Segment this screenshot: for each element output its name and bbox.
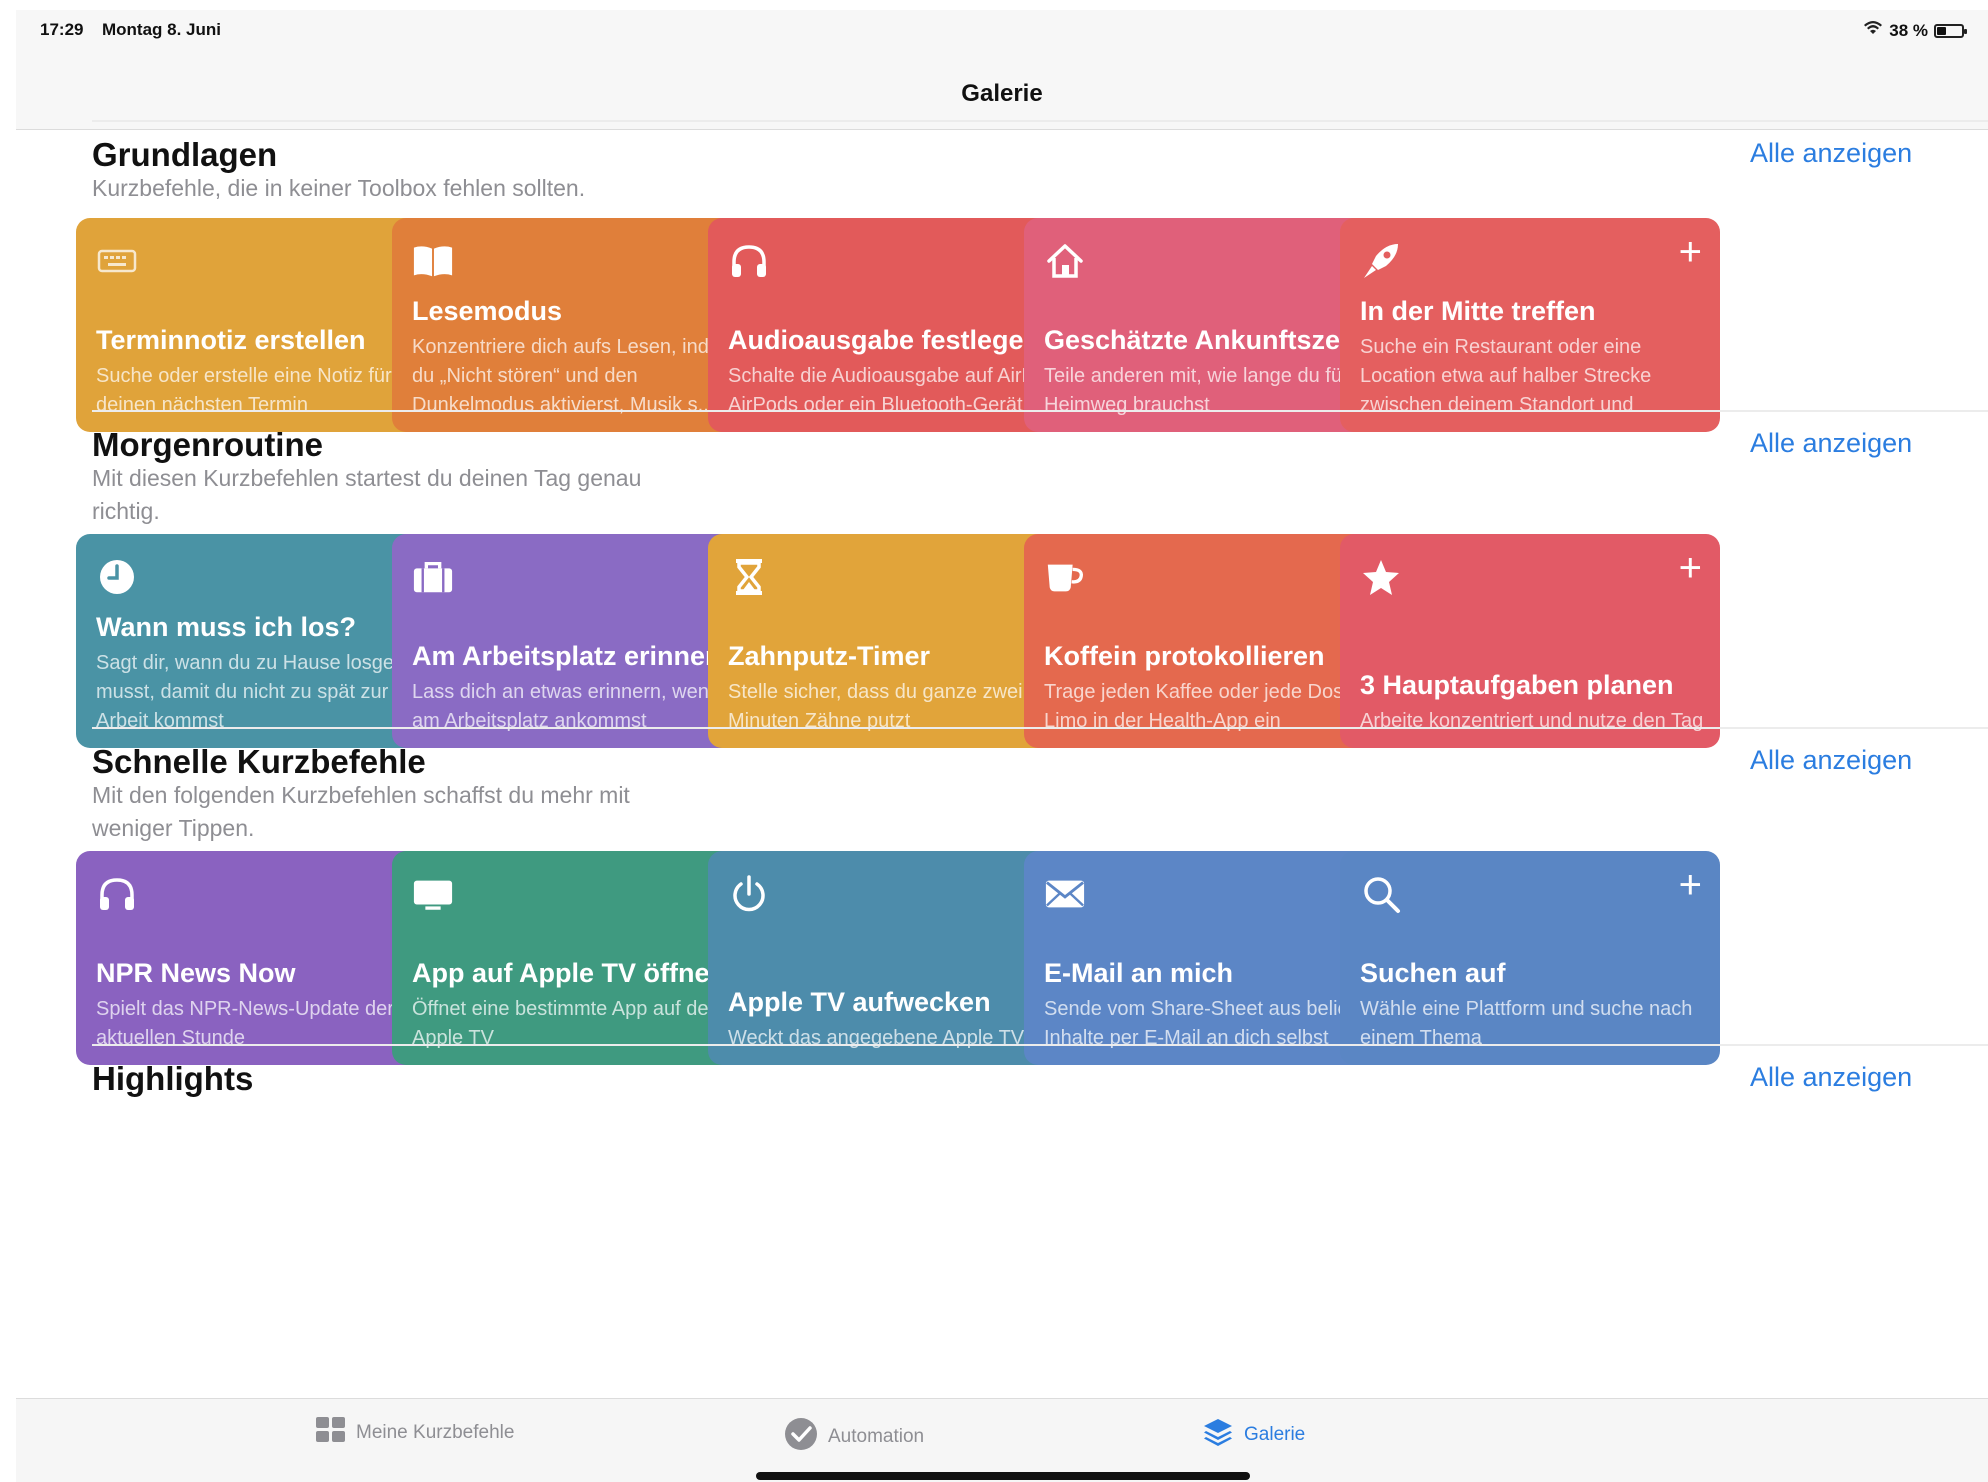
envelope-icon: [1044, 873, 1086, 915]
card-text: E-Mail an mich Sende vom Share-Sheet aus …: [1044, 958, 1390, 1053]
card-text: Geschätzte Ankunftszeit Teile anderen mit…: [1044, 325, 1390, 420]
hourglass-icon: [728, 556, 770, 598]
card-text: Audioausgabe festlegen Schalte die Audioa…: [728, 325, 1074, 420]
section-title: Highlights: [92, 1060, 254, 1097]
see-all-link[interactable]: Alle anzeigen: [1750, 1062, 1912, 1093]
headphones-icon: [96, 873, 138, 915]
card-title: Lesemodus: [412, 296, 563, 326]
card-description: Suche ein Restaurant oder eine Location …: [1360, 336, 1652, 416]
section-title: Morgenroutine: [92, 426, 323, 463]
home-indicator: [756, 1472, 1250, 1480]
card-title: 3 Hauptaufgaben planen: [1360, 670, 1674, 700]
card-text: Suchen auf Wähle eine Plattform und suche…: [1360, 958, 1706, 1053]
status-bar: 17:29 Montag 8. Juni 38 %: [16, 10, 1988, 60]
tv-icon: [412, 873, 454, 915]
shortcut-card[interactable]: +3 Hauptaufgaben planen Arbeite konzentri…: [1340, 534, 1720, 748]
checkmark-icon: [784, 1417, 818, 1457]
coffee-cup-icon: [1044, 556, 1086, 598]
card-title: Terminnotiz erstellen: [96, 325, 366, 355]
card-description: Konzentriere dich aufs Lesen, indem du „…: [412, 336, 737, 416]
card-title: Suchen auf: [1360, 958, 1506, 988]
section-subtitle: Mit diesen Kurzbefehlen startest du dein…: [92, 465, 642, 524]
see-all-link[interactable]: Alle anzeigen: [1750, 745, 1912, 776]
card-text: NPR News Now Spielt das NPR-News-Update d…: [96, 958, 442, 1053]
card-description: Arbeite konzentriert und nutze den Tag: [1360, 710, 1704, 732]
tab-bar: Meine Kurzbefehle Automation Galerie: [16, 1398, 1988, 1482]
section-separator: [92, 410, 1988, 412]
battery-icon: [1934, 23, 1967, 38]
card-text: Wann muss ich los? Sagt dir, wann du zu H…: [96, 612, 442, 736]
card-text: Koffein protokollieren Trage jeden Kaffee…: [1044, 641, 1390, 736]
tab-label: Automation: [828, 1426, 925, 1447]
briefcase-icon: [412, 556, 454, 598]
section-title: Schnelle Kurzbefehle: [92, 743, 426, 780]
section-subtitle: Mit den folgenden Kurzbefehlen schaffst …: [92, 782, 630, 841]
see-all-link[interactable]: Alle anzeigen: [1750, 428, 1912, 459]
card-description: Sagt dir, wann du zu Hause losgehen muss…: [96, 652, 428, 732]
grid-icon: [316, 1417, 346, 1449]
headphones-icon: [728, 240, 770, 282]
section-separator: [92, 120, 1988, 122]
wifi-icon: [1863, 20, 1883, 41]
clock-icon: [96, 556, 138, 598]
status-date: Montag 8. Juni: [102, 20, 221, 39]
tab-automation[interactable]: Automation: [784, 1417, 924, 1457]
battery-percent: 38 %: [1889, 20, 1928, 40]
card-text: Lesemodus Konzentriere dich aufs Lesen, i…: [412, 296, 758, 420]
status-right: 38 %: [1863, 20, 1967, 41]
card-title: Zahnputz-Timer: [728, 641, 930, 671]
card-text: Terminnotiz erstellen Suche oder erstelle…: [96, 325, 442, 420]
add-shortcut-button[interactable]: +: [1679, 232, 1702, 272]
book-icon: [412, 240, 454, 282]
card-title: Geschätzte Ankunftszeit: [1044, 325, 1357, 355]
card-title: In der Mitte treffen: [1360, 296, 1596, 326]
card-title: Koffein protokollieren: [1044, 641, 1325, 671]
card-text: App auf Apple TV öffnen Öffnet eine besti…: [412, 958, 758, 1053]
card-text: Am Arbeitsplatz erinnern Lass dich an etw…: [412, 641, 758, 736]
card-description: Weckt das angegebene Apple TV auf: [728, 1027, 1058, 1049]
card-title: E-Mail an mich: [1044, 958, 1234, 988]
screen: 17:29 Montag 8. Juni 38 % Galerie Grundl…: [16, 10, 1988, 1482]
section-title: Grundlagen: [92, 136, 278, 173]
layers-icon: [1202, 1417, 1234, 1453]
card-title: NPR News Now: [96, 958, 296, 988]
shortcut-card[interactable]: + Suchen auf Wähle eine Plattform und such…: [1340, 851, 1720, 1065]
rocket-icon: [1360, 240, 1402, 282]
tab-meine-kurzbefehle[interactable]: Meine Kurzbefehle: [316, 1417, 514, 1449]
add-shortcut-button[interactable]: +: [1679, 865, 1702, 905]
star-icon: [1360, 556, 1402, 598]
card-text: Zahnputz-Timer Stelle sicher, dass du gan…: [728, 641, 1074, 736]
section-separator: [92, 727, 1988, 729]
add-shortcut-button[interactable]: +: [1679, 548, 1702, 588]
see-all-link[interactable]: Alle anzeigen: [1750, 138, 1912, 169]
card-title: App auf Apple TV öffnen: [412, 958, 726, 988]
section-separator: [92, 1044, 1988, 1046]
power-icon: [728, 873, 770, 915]
keyboard-icon: [96, 240, 138, 282]
tab-galerie[interactable]: Galerie: [1202, 1417, 1305, 1453]
card-title: Audioausgabe festlegen: [728, 325, 1041, 355]
card-title: Wann muss ich los?: [96, 612, 357, 642]
status-time: 17:29: [40, 20, 84, 39]
card-title: Apple TV aufwecken: [728, 987, 991, 1017]
page-title: Galerie: [961, 80, 1043, 107]
card-text: In der Mitte treffen Suche ein Restaurant…: [1360, 296, 1706, 420]
house-icon: [1044, 240, 1086, 282]
tab-label: Meine Kurzbefehle: [356, 1422, 515, 1443]
section-subtitle: Kurzbefehle, die in keiner Toolbox fehle…: [92, 175, 586, 201]
magnifier-icon: [1360, 873, 1402, 915]
shortcut-card[interactable]: + In der Mitte treffen Suche ein Restauran…: [1340, 218, 1720, 432]
card-title: Am Arbeitsplatz erinnern: [412, 641, 733, 671]
tab-label: Galerie: [1244, 1424, 1306, 1445]
